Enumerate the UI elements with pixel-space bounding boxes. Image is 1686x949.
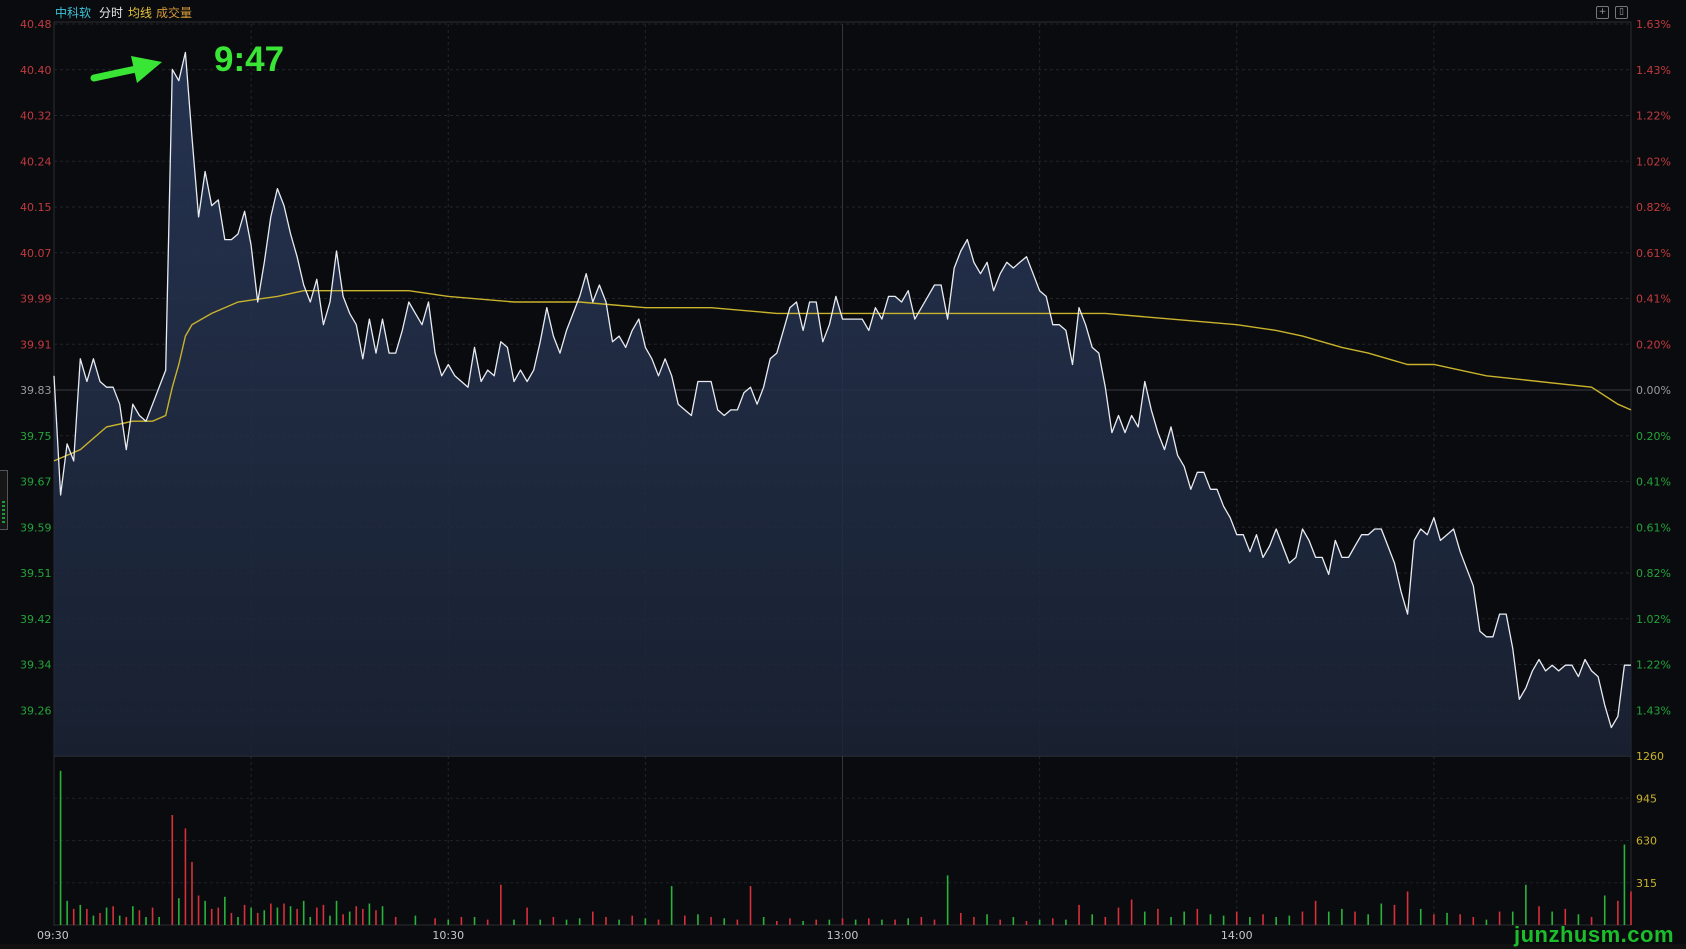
price-tick-label: 39.42 [20, 613, 52, 626]
tab-volume[interactable]: 成交量 [156, 4, 192, 21]
zoom-icon[interactable]: + [1596, 6, 1609, 19]
pct-tick-label: 0.82% [1636, 201, 1671, 214]
pct-tick-label: 0.20% [1636, 430, 1671, 443]
pct-tick-label: 0.00% [1636, 384, 1671, 397]
price-tick-label: 39.83 [20, 384, 52, 397]
time-tick-label: 10:30 [432, 929, 464, 942]
volume-tick-label: 630 [1636, 835, 1657, 848]
price-tick-label: 39.34 [20, 659, 52, 672]
side-panel-handle[interactable] [0, 470, 8, 530]
pct-tick-label: 0.82% [1636, 567, 1671, 580]
price-tick-label: 40.24 [20, 155, 52, 168]
pct-tick-label: 1.43% [1636, 704, 1671, 717]
tab-avg-line[interactable]: 均线 [128, 4, 152, 21]
price-tick-label: 40.48 [20, 18, 52, 31]
price-tick-label: 40.32 [20, 110, 52, 123]
pct-tick-label: 0.61% [1636, 521, 1671, 534]
pct-tick-label: 1.02% [1636, 613, 1671, 626]
price-tick-label: 39.99 [20, 293, 52, 306]
pct-tick-label: 0.20% [1636, 338, 1671, 351]
price-tick-label: 39.75 [20, 430, 52, 443]
price-tick-label: 39.59 [20, 521, 52, 534]
pct-tick-label: 1.22% [1636, 110, 1671, 123]
pct-tick-label: 1.02% [1636, 155, 1671, 168]
volume-tick-label: 315 [1636, 877, 1657, 890]
tab-intraday[interactable]: 分时 [99, 4, 123, 21]
pct-tick-label: 0.61% [1636, 247, 1671, 260]
volume-bars [59, 770, 1632, 925]
watermark: junzhusm.com [1514, 922, 1675, 947]
time-tick-label: 14:00 [1221, 929, 1253, 942]
price-tick-label: 40.07 [20, 247, 52, 260]
price-tick-label: 39.51 [20, 567, 52, 580]
pct-tick-label: 1.43% [1636, 64, 1671, 77]
time-tick-label: 09:30 [37, 929, 69, 942]
volume-tick-label: 945 [1636, 792, 1657, 805]
arrow-shaft [90, 65, 140, 82]
price-tick-label: 40.15 [20, 201, 52, 214]
pct-tick-label: 0.41% [1636, 293, 1671, 306]
price-tick-label: 40.40 [20, 64, 52, 77]
bottom-status-strip [0, 944, 1686, 949]
pct-tick-label: 0.41% [1636, 476, 1671, 489]
panel-toggle-icon[interactable]: ▯ [1615, 6, 1628, 19]
pct-tick-label: 1.22% [1636, 659, 1671, 672]
price-tick-label: 39.91 [20, 338, 52, 351]
pct-tick-label: 1.63% [1636, 18, 1671, 31]
intraday-chart-window[interactable]: 40.48 40.40 40.32 40.24 40.15 40.07 39.99 39.91… [0, 0, 1686, 949]
volume-tick-label: 1260 [1636, 750, 1664, 763]
annotation-time: 9:47 [214, 40, 285, 79]
intraday-chart[interactable]: 40.48 40.40 40.32 40.24 40.15 40.07 39.99 39.91… [0, 0, 1686, 949]
price-tick-label: 39.67 [20, 476, 52, 489]
stock-name[interactable]: 中科软 [55, 4, 91, 21]
time-tick-label: 13:00 [827, 929, 859, 942]
price-tick-label: 39.26 [20, 704, 52, 717]
